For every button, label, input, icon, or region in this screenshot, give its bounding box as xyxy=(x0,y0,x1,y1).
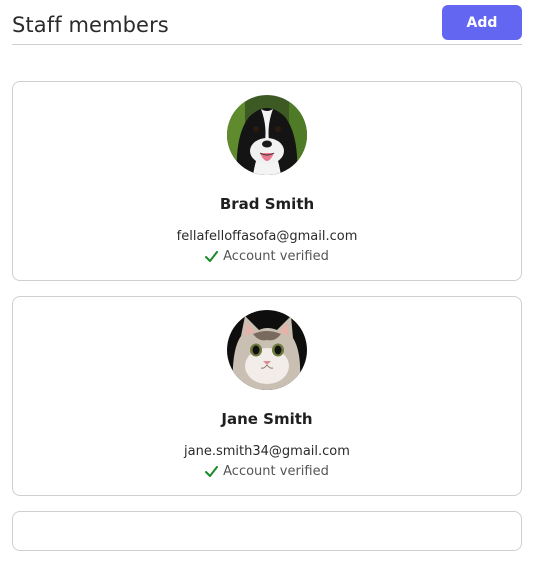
staff-email: fellafelloffasofa@gmail.com xyxy=(176,229,358,244)
add-staff-button[interactable]: Add xyxy=(442,5,522,40)
staff-card xyxy=(12,511,522,551)
check-icon xyxy=(205,466,219,481)
page-header: Staff members Add xyxy=(12,5,522,45)
staff-list: Brad Smith fellafelloffasofa@gmail.com A… xyxy=(12,81,522,566)
avatar xyxy=(227,310,307,390)
verification-status: Account verified xyxy=(13,249,521,266)
staff-card: Jane Smith jane.smith34@gmail.com Accoun… xyxy=(12,296,522,496)
cat-avatar-image xyxy=(227,310,307,390)
verification-status-label: Account verified xyxy=(223,249,329,264)
staff-card: Brad Smith fellafelloffasofa@gmail.com A… xyxy=(12,81,522,281)
verification-status-label: Account verified xyxy=(223,464,329,479)
check-icon xyxy=(205,251,219,266)
dog-avatar-image xyxy=(227,95,307,175)
verification-status: Account verified xyxy=(13,464,521,481)
page-title: Staff members xyxy=(12,13,169,37)
staff-name: Brad Smith xyxy=(219,195,315,213)
staff-name: Jane Smith xyxy=(221,410,313,428)
staff-email: jane.smith34@gmail.com xyxy=(184,444,350,459)
avatar xyxy=(227,95,307,175)
